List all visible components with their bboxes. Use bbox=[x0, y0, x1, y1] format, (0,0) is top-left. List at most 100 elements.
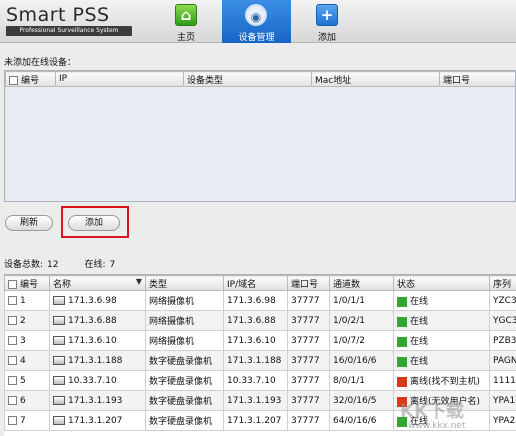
device-port-cell: 37777 bbox=[287, 310, 330, 331]
status-indicator-icon bbox=[397, 376, 407, 387]
device-serial-cell: 1111 bbox=[489, 370, 516, 391]
row-number-cell[interactable]: 5 bbox=[4, 370, 50, 391]
row-checkbox[interactable] bbox=[8, 335, 17, 345]
total-value: 12 bbox=[47, 260, 59, 270]
device-counts: 设备总数: 12 在线: 7 bbox=[4, 257, 119, 270]
unadded-devices-label: 未添加在线设备： bbox=[4, 58, 77, 68]
device-name-cell[interactable]: 171.3.6.88 bbox=[49, 310, 146, 331]
row-checkbox[interactable] bbox=[8, 295, 17, 305]
nav-add[interactable]: + 添加 bbox=[300, 0, 354, 43]
device-name-cell[interactable]: 171.3.6.98 bbox=[49, 290, 146, 311]
device-ip-cell: 171.3.6.10 bbox=[223, 330, 288, 351]
column-header-channels[interactable]: 通道数 bbox=[329, 275, 394, 291]
status-indicator-icon bbox=[397, 296, 407, 307]
device-icon bbox=[53, 295, 65, 305]
online-label: 在线: bbox=[84, 260, 106, 270]
device-ip-cell: 171.3.1.207 bbox=[223, 410, 288, 431]
device-ip-cell: 171.3.1.193 bbox=[223, 390, 288, 411]
device-status-cell: 在线 bbox=[393, 350, 490, 371]
column-header-device-type[interactable]: 设备类型 bbox=[183, 71, 312, 87]
device-icon bbox=[53, 355, 65, 365]
table-row[interactable]: 1 171.3.6.98 网络摄像机 171.3.6.98 37777 1/0/1/1 在线… bbox=[4, 290, 516, 311]
column-header-port[interactable]: 端口号 bbox=[287, 275, 330, 291]
device-name-cell[interactable]: 10.33.7.10 bbox=[49, 370, 146, 391]
device-type-cell: 数字硬盘录像机 bbox=[145, 370, 224, 391]
plus-icon: + bbox=[316, 4, 338, 26]
online-value: 7 bbox=[109, 260, 116, 270]
column-header-type[interactable]: 类型 bbox=[145, 275, 224, 291]
device-channels-cell: 16/0/16/6 bbox=[329, 350, 394, 371]
column-header-number[interactable]: 编号 bbox=[4, 275, 50, 291]
row-number-cell[interactable]: 2 bbox=[4, 310, 50, 331]
status-indicator-icon bbox=[397, 316, 407, 327]
select-all-checkbox[interactable] bbox=[8, 279, 17, 289]
device-icon bbox=[53, 415, 65, 425]
column-header-ip-domain[interactable]: IP/域名 bbox=[223, 275, 288, 291]
nav-home[interactable]: ⌂ 主页 bbox=[158, 0, 214, 43]
device-name-cell[interactable]: 171.3.1.207 bbox=[49, 410, 146, 431]
unadded-devices-table: 编号 IP 设备类型 Mac地址 端口号 bbox=[4, 70, 516, 202]
device-serial-cell: YPA1 bbox=[489, 390, 516, 411]
column-header-name[interactable]: 名称 ▼ bbox=[49, 275, 146, 291]
row-number-cell[interactable]: 7 bbox=[4, 410, 50, 431]
row-number-cell[interactable]: 3 bbox=[4, 330, 50, 351]
row-number-cell[interactable]: 4 bbox=[4, 350, 50, 371]
row-checkbox[interactable] bbox=[8, 415, 17, 425]
device-name-cell[interactable]: 171.3.1.193 bbox=[49, 390, 146, 411]
row-checkbox[interactable] bbox=[8, 395, 17, 405]
device-channels-cell: 8/0/1/1 bbox=[329, 370, 394, 391]
row-checkbox[interactable] bbox=[8, 375, 17, 385]
device-channels-cell: 1/0/1/1 bbox=[329, 290, 394, 311]
watermark-url: www.kkx.net bbox=[408, 421, 466, 431]
app-subtitle: Professional Surveillance System bbox=[6, 26, 132, 36]
home-icon: ⌂ bbox=[175, 4, 197, 26]
camera-icon: ◉ bbox=[245, 4, 267, 26]
column-header-port[interactable]: 端口号 bbox=[439, 71, 515, 87]
device-serial-cell: YZC3 bbox=[489, 290, 516, 311]
device-port-cell: 37777 bbox=[287, 370, 330, 391]
device-port-cell: 37777 bbox=[287, 330, 330, 351]
table-row[interactable]: 5 10.33.7.10 数字硬盘录像机 10.33.7.10 37777 8/0/1/1… bbox=[4, 370, 516, 391]
device-channels-cell: 1/0/7/2 bbox=[329, 330, 394, 351]
device-type-cell: 网络摄像机 bbox=[145, 310, 224, 331]
device-ip-cell: 171.3.6.98 bbox=[223, 290, 288, 311]
row-checkbox[interactable] bbox=[8, 315, 17, 325]
watermark-logo: KK下载 bbox=[400, 401, 464, 422]
column-header-mac[interactable]: Mac地址 bbox=[311, 71, 440, 87]
add-button[interactable]: 添加 bbox=[68, 215, 120, 231]
refresh-button[interactable]: 刷新 bbox=[5, 215, 53, 231]
status-indicator-icon bbox=[397, 336, 407, 347]
app-header: Smart PSS Professional Surveillance Syst… bbox=[0, 0, 516, 43]
table-row[interactable]: 3 171.3.6.10 网络摄像机 171.3.6.10 37777 1/0/7/2 在线… bbox=[4, 330, 516, 351]
device-port-cell: 37777 bbox=[287, 350, 330, 371]
nav-add-label: 添加 bbox=[317, 33, 336, 43]
column-header-number[interactable]: 编号 bbox=[5, 71, 56, 87]
device-ip-cell: 10.33.7.10 bbox=[223, 370, 288, 391]
table-row[interactable]: 2 171.3.6.88 网络摄像机 171.3.6.88 37777 1/0/2/1 在线… bbox=[4, 310, 516, 331]
device-type-cell: 数字硬盘录像机 bbox=[145, 410, 224, 431]
row-number-cell[interactable]: 6 bbox=[4, 390, 50, 411]
column-header-status[interactable]: 状态 bbox=[393, 275, 490, 291]
device-port-cell: 37777 bbox=[287, 390, 330, 411]
device-status-cell: 离线(找不到主机) bbox=[393, 370, 490, 391]
column-header-ip[interactable]: IP bbox=[55, 71, 184, 87]
device-name-cell[interactable]: 171.3.6.10 bbox=[49, 330, 146, 351]
device-serial-cell: PAGN bbox=[489, 350, 516, 371]
row-checkbox[interactable] bbox=[8, 355, 17, 365]
device-ip-cell: 171.3.1.188 bbox=[223, 350, 288, 371]
device-icon bbox=[53, 375, 65, 385]
table-row[interactable]: 4 171.3.1.188 数字硬盘录像机 171.3.1.188 37777 16/0/… bbox=[4, 350, 516, 371]
row-number-cell[interactable]: 1 bbox=[4, 290, 50, 311]
app-title: Smart PSS bbox=[6, 4, 110, 26]
device-icon bbox=[53, 395, 65, 405]
select-all-checkbox[interactable] bbox=[9, 75, 18, 85]
device-name-cell[interactable]: 171.3.1.188 bbox=[49, 350, 146, 371]
device-channels-cell: 64/0/16/6 bbox=[329, 410, 394, 431]
column-header-serial[interactable]: 序列 bbox=[489, 275, 516, 291]
device-serial-cell: YGC3 bbox=[489, 310, 516, 331]
device-type-cell: 数字硬盘录像机 bbox=[145, 390, 224, 411]
status-indicator-icon bbox=[397, 356, 407, 367]
device-icon bbox=[53, 335, 65, 345]
sort-down-icon[interactable]: ▼ bbox=[136, 277, 142, 286]
nav-device-manager[interactable]: ◉ 设备管理 bbox=[222, 0, 291, 43]
